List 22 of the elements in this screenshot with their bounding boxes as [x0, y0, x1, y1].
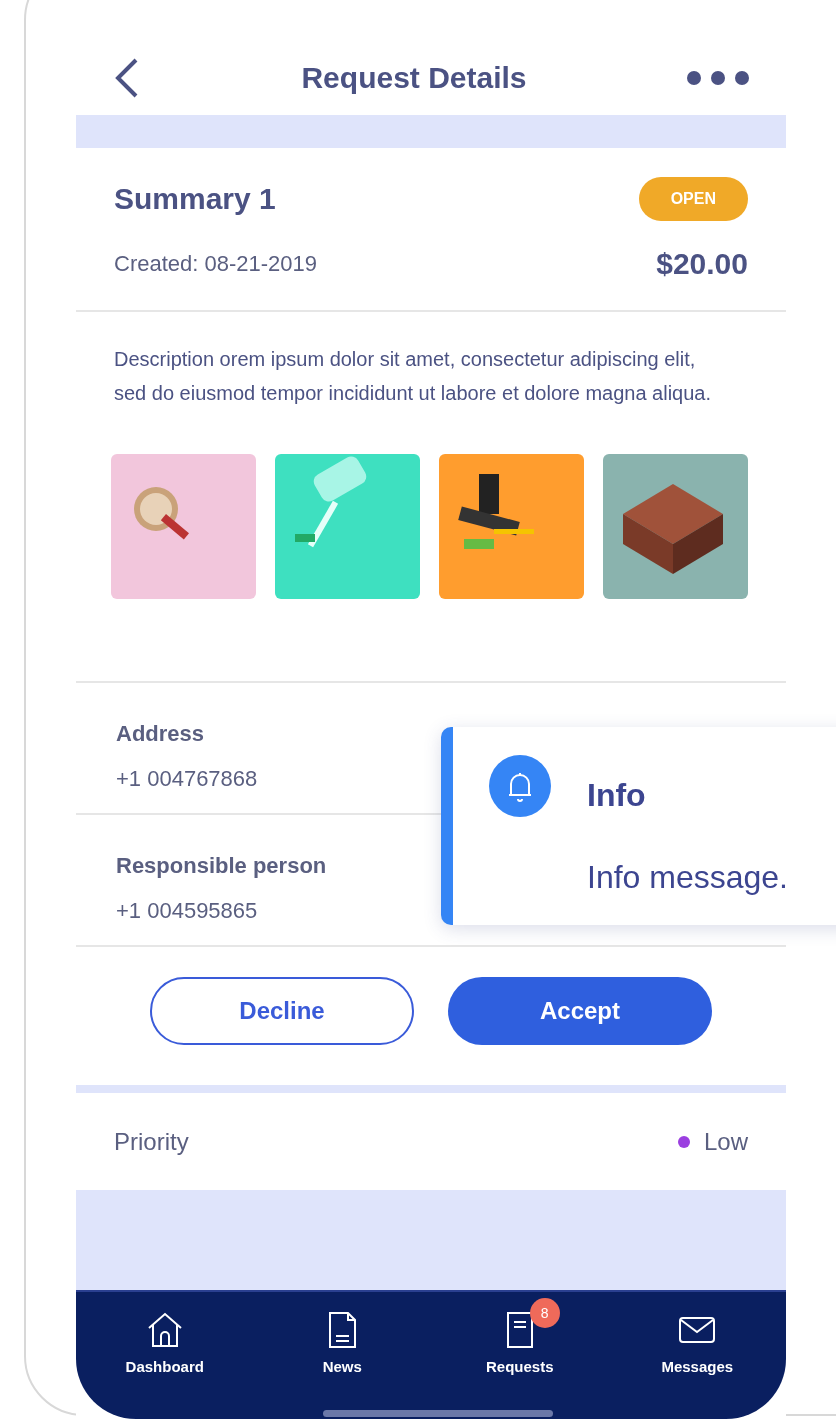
summary-title: Summary 1 [114, 181, 276, 217]
nav-tab[interactable]: Messages [627, 1310, 768, 1379]
priority-label: Priority [114, 1126, 189, 1157]
priority-value: Low [703, 1126, 748, 1157]
price: $20.00 [656, 246, 748, 282]
description-text: Description orem ipsum dolor sit amet, consectetur adipiscing elit, sed do eiusmod tempor incididunt ut labore et dolore magna aliqua. [114, 347, 713, 406]
created-date: Created: 08-21-2019 [114, 250, 318, 278]
accept-button[interactable]: Accept [448, 977, 712, 1045]
nav-tab[interactable]: News [272, 1310, 413, 1379]
screen-title: Request Details [301, 60, 527, 96]
notification-badge: 8 [529, 1298, 560, 1328]
field-value: +1 004767868 [116, 765, 258, 793]
field-label: Address [116, 720, 205, 748]
decline-button[interactable]: Decline [150, 977, 414, 1045]
bell-icon [489, 755, 551, 817]
status-badge: OPEN [638, 176, 748, 221]
nav-tab[interactable]: Dashboard [94, 1310, 235, 1379]
more-icon[interactable] [686, 69, 750, 86]
toast-title: Info [587, 776, 647, 815]
toast-message: Info message. [587, 858, 788, 897]
field-label: Responsible person [116, 852, 327, 880]
field-value: +1 004595865 [116, 897, 258, 925]
